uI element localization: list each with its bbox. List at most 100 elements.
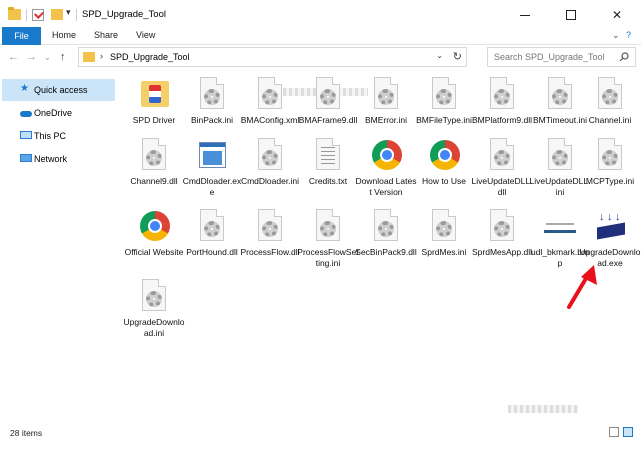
file-item[interactable]: CmdDloader.exe: [181, 138, 243, 197]
minimize-icon: [520, 14, 530, 16]
file-item[interactable]: SecBinPack9.dll: [355, 209, 417, 258]
close-button[interactable]: ✕: [594, 0, 640, 30]
file-item[interactable]: SPD Driver: [123, 77, 185, 126]
forward-icon[interactable]: →: [26, 51, 37, 63]
file-item[interactable]: MCPType.ini: [579, 138, 641, 187]
file-name: BMAFrame9.dll: [298, 115, 358, 125]
file-item[interactable]: BMError.ini: [355, 77, 417, 126]
cloud-icon: [20, 111, 32, 117]
new-folder-icon[interactable]: [51, 9, 63, 20]
file-item[interactable]: Channel9.dll: [123, 138, 185, 187]
sidebar-item-label: Quick access: [34, 85, 88, 95]
file-item[interactable]: BinPack.ini: [181, 77, 243, 126]
help-icon[interactable]: ?: [626, 30, 631, 40]
file-item[interactable]: ProcessFlowSetting.ini: [297, 209, 359, 268]
folder-icon: [83, 52, 95, 62]
file-item[interactable]: ↓ ↓ ↓ UpgradeDownload.exe: [579, 209, 641, 268]
file-item[interactable]: BMAConfig.xml: [239, 77, 301, 126]
up-icon[interactable]: ↑: [60, 51, 66, 63]
file-name: BMError.ini: [364, 115, 408, 125]
file-item[interactable]: Channel.ini: [579, 77, 641, 126]
file-name: Official Website: [124, 247, 184, 257]
ini-settings-icon: [593, 77, 627, 111]
network-icon: [20, 154, 32, 162]
file-name: BMAConfig.xml: [240, 115, 300, 125]
file-name: SprdMes.ini: [421, 247, 467, 257]
sidebar-item-label: This PC: [34, 131, 67, 141]
file-name: BMPlatform9.dll: [472, 115, 532, 125]
file-name: Channel9.dll: [130, 176, 178, 186]
file-item[interactable]: How to Use: [413, 138, 475, 187]
upgrade-download-icon: ↓ ↓ ↓: [596, 211, 626, 241]
file-name: PortHound.dll: [186, 247, 238, 257]
dll-settings-icon: [369, 209, 403, 243]
breadcrumb[interactable]: SPD_Upgrade_Tool: [110, 52, 190, 62]
search-icon: [619, 52, 629, 62]
ini-settings-icon: [137, 279, 171, 313]
ini-settings-icon: [253, 138, 287, 172]
maximize-button[interactable]: [548, 0, 594, 30]
recent-locations-icon[interactable]: ⌄: [44, 53, 51, 62]
sidebar-item-this-pc[interactable]: This PC: [2, 125, 115, 147]
file-item[interactable]: LiveUpdateDLL.dll: [471, 138, 533, 197]
file-name: CmdDloader.ini: [240, 176, 300, 186]
file-item[interactable]: BMFileType.ini: [413, 77, 475, 126]
file-name: UpgradeDownload.ini: [123, 317, 185, 338]
refresh-icon[interactable]: ↻: [453, 50, 462, 63]
file-name: Credits.txt: [308, 176, 348, 186]
title-bar: ▾ SPD_Upgrade_Tool ✕: [0, 0, 641, 30]
chrome-icon: [430, 140, 460, 170]
dll-settings-icon: [137, 138, 171, 172]
sidebar-item-onedrive[interactable]: OneDrive: [2, 102, 115, 124]
large-icons-view-icon[interactable]: [623, 427, 633, 437]
tab-file[interactable]: File: [2, 27, 41, 45]
divider: [76, 9, 77, 21]
maximize-icon: [566, 10, 576, 20]
file-name: LiveUpdateDLL.dll: [471, 176, 533, 197]
file-item[interactable]: BMAFrame9.dll: [297, 77, 359, 126]
file-name: Download Latest Version: [355, 176, 417, 197]
file-item[interactable]: Download Latest Version: [355, 138, 417, 197]
sidebar-item-quick-access[interactable]: ★ Quick access: [2, 79, 115, 101]
navigation-pane: ★ Quick access OneDrive This PC Network: [0, 73, 121, 423]
window-title: SPD_Upgrade_Tool: [82, 9, 166, 20]
search-input[interactable]: Search SPD_Upgrade_Tool: [487, 47, 636, 67]
tab-view[interactable]: View: [136, 30, 155, 40]
file-item[interactable]: PortHound.dll: [181, 209, 243, 258]
expand-ribbon-icon[interactable]: ⌄: [612, 30, 620, 41]
file-item[interactable]: ProcessFlow.dll: [239, 209, 301, 258]
close-icon: ✕: [611, 8, 623, 22]
tab-home[interactable]: Home: [52, 30, 76, 40]
address-bar[interactable]: › SPD_Upgrade_Tool ⌄ ↻: [78, 47, 467, 67]
breadcrumb-chevron-icon[interactable]: ›: [100, 51, 103, 61]
file-item[interactable]: CmdDloader.ini: [239, 138, 301, 187]
sidebar-item-label: Network: [34, 154, 68, 164]
file-item[interactable]: UpgradeDownload.ini: [123, 279, 185, 338]
file-item[interactable]: Credits.txt: [297, 138, 359, 187]
dll-settings-icon: [485, 209, 519, 243]
file-item[interactable]: SprdMesApp.dll: [471, 209, 533, 258]
dll-settings-icon: [485, 77, 519, 111]
details-view-icon[interactable]: [609, 427, 619, 437]
ini-settings-icon: [311, 209, 345, 243]
ini-settings-icon: [195, 77, 229, 111]
back-icon[interactable]: ←: [8, 51, 19, 63]
file-name: SprdMesApp.dll: [471, 247, 532, 257]
file-name: ProcessFlow.dll: [240, 247, 300, 257]
chrome-icon: [372, 140, 402, 170]
minimize-button[interactable]: [502, 0, 548, 30]
dll-settings-icon: [195, 209, 229, 243]
annotation-arrow-icon: [567, 265, 597, 309]
sidebar-item-network[interactable]: Network: [2, 148, 115, 170]
properties-icon[interactable]: [32, 9, 44, 21]
tab-share[interactable]: Share: [94, 30, 118, 40]
bitmap-icon: [544, 221, 576, 233]
text-file-icon: [311, 138, 345, 172]
dll-settings-icon: [485, 138, 519, 172]
file-item[interactable]: BMPlatform9.dll: [471, 77, 533, 126]
quick-access-dropdown-icon[interactable]: ▾: [66, 7, 71, 18]
address-dropdown-icon[interactable]: ⌄: [436, 51, 443, 60]
star-icon: ★: [20, 83, 29, 94]
file-item[interactable]: SprdMes.ini: [413, 209, 475, 258]
file-item[interactable]: Official Website: [123, 209, 185, 258]
